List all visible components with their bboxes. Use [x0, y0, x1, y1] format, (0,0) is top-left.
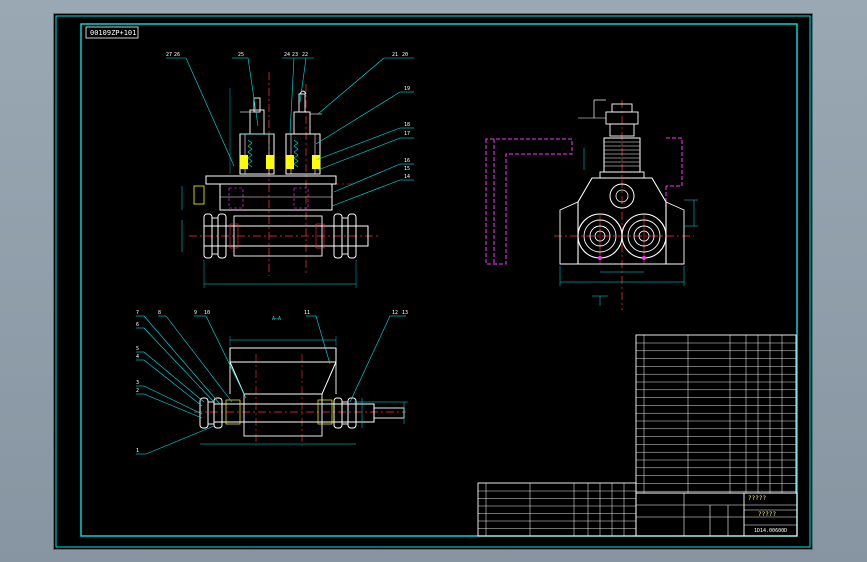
svg-text:27: 27 — [166, 52, 172, 58]
plan-view: A—A 7 8 9 10 11 12 13 6 5 4 3 2 1 — [136, 310, 408, 455]
svg-text:25: 25 — [238, 52, 244, 58]
title-block: ????? ????? 1D14.00600D — [635, 492, 798, 537]
svg-text:6: 6 — [136, 322, 139, 328]
svg-text:23: 23 — [292, 52, 298, 58]
parts-rows — [478, 335, 796, 536]
side-view — [485, 99, 698, 310]
svg-text:17: 17 — [404, 131, 410, 137]
svg-text:3: 3 — [136, 380, 139, 386]
title-block-drawing-number: 1D14.00600D — [754, 528, 787, 534]
title-block-name: ????? — [758, 511, 776, 518]
svg-text:9: 9 — [194, 310, 197, 316]
outer-border — [55, 15, 811, 548]
svg-text:4: 4 — [136, 354, 139, 360]
svg-text:26: 26 — [174, 52, 180, 58]
svg-text:11: 11 — [304, 310, 310, 316]
svg-text:14: 14 — [404, 174, 410, 180]
svg-text:18: 18 — [404, 122, 410, 128]
title-block-title: ????? — [748, 495, 766, 502]
svg-text:13: 13 — [402, 310, 408, 316]
svg-text:1: 1 — [136, 448, 139, 454]
svg-text:22: 22 — [302, 52, 308, 58]
stamp-text: 00109ZP+101 — [90, 29, 136, 37]
svg-text:8: 8 — [158, 310, 161, 316]
svg-text:21: 21 — [392, 52, 398, 58]
svg-text:12: 12 — [392, 310, 398, 316]
svg-text:10: 10 — [204, 310, 210, 316]
svg-text:2: 2 — [136, 388, 139, 394]
svg-text:15: 15 — [404, 166, 410, 172]
svg-text:16: 16 — [404, 158, 410, 164]
svg-text:20: 20 — [402, 52, 408, 58]
inner-border — [80, 23, 798, 537]
svg-text:7: 7 — [136, 310, 139, 316]
front-view: 27 26 25 24 23 22 21 20 19 18 17 16 15 1… — [166, 52, 414, 288]
svg-text:5: 5 — [136, 346, 139, 352]
cad-viewport[interactable]: 00109ZP+101 27 26 25 24 23 22 21 20 19 1… — [54, 14, 812, 549]
svg-text:24: 24 — [284, 52, 290, 58]
drawing-stamp: 00109ZP+101 — [85, 26, 139, 39]
svg-text:19: 19 — [404, 86, 410, 92]
section-label: A—A — [272, 316, 281, 322]
drawing-sheet: 00109ZP+101 27 26 25 24 23 22 21 20 19 1… — [55, 15, 811, 548]
plan-balloons: 7 8 9 10 11 12 13 6 5 4 3 2 1 — [136, 310, 408, 454]
